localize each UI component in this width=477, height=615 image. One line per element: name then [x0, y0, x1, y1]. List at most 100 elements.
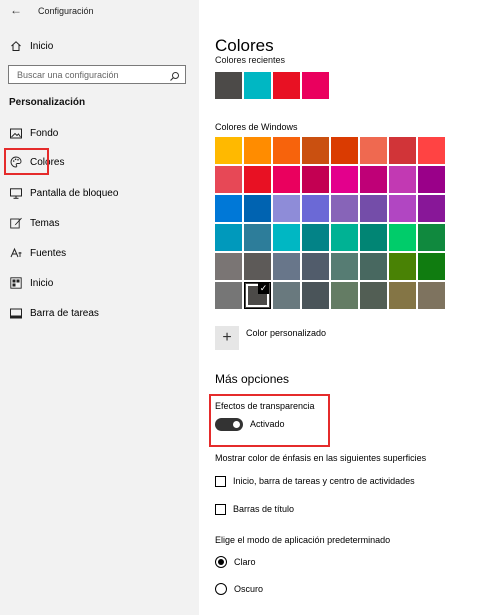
windows-color-swatch[interactable] — [418, 166, 445, 193]
title-bar: ← Configuración — [0, 0, 199, 24]
checkbox-label: Barras de título — [233, 504, 295, 514]
sidebar-item-label: Colores — [30, 156, 65, 168]
checkbox-label: Inicio, barra de tareas y centro de acti… — [233, 476, 415, 486]
sidebar-item-fuentes[interactable]: Fuentes — [10, 244, 66, 262]
windows-color-swatch[interactable] — [389, 282, 416, 309]
windows-color-swatch[interactable] — [302, 166, 329, 193]
windows-color-swatch[interactable] — [244, 253, 271, 280]
windows-color-swatch[interactable] — [360, 282, 387, 309]
windows-color-swatch[interactable] — [360, 253, 387, 280]
checkbox-row-title-bars[interactable]: Barras de título — [215, 502, 294, 516]
windows-color-swatch[interactable] — [389, 224, 416, 251]
windows-color-swatch[interactable] — [302, 224, 329, 251]
radio-button[interactable] — [215, 556, 227, 568]
font-icon — [10, 247, 22, 259]
checkbox-row-start-taskbar[interactable]: Inicio, barra de tareas y centro de acti… — [215, 474, 415, 488]
recent-color-swatch[interactable] — [215, 72, 242, 99]
windows-colors-grid: ✓ — [215, 137, 445, 309]
radio-row-light[interactable]: Claro — [215, 555, 256, 569]
windows-color-swatch[interactable] — [273, 224, 300, 251]
windows-color-swatch[interactable] — [389, 166, 416, 193]
windows-color-swatch[interactable] — [273, 137, 300, 164]
windows-color-swatch[interactable] — [331, 282, 358, 309]
windows-color-swatch[interactable] — [302, 282, 329, 309]
windows-color-swatch[interactable] — [302, 195, 329, 222]
windows-color-swatch[interactable] — [360, 195, 387, 222]
windows-color-swatch[interactable] — [360, 137, 387, 164]
transparency-label: Efectos de transparencia — [215, 401, 315, 411]
windows-color-swatch[interactable] — [331, 137, 358, 164]
sidebar-item-pantalla-bloqueo[interactable]: Pantalla de bloqueo — [10, 184, 118, 202]
sidebar-item-barra-tareas[interactable]: Barra de tareas — [10, 304, 99, 322]
windows-color-swatch[interactable] — [331, 195, 358, 222]
windows-color-swatch[interactable] — [418, 253, 445, 280]
checkbox[interactable] — [215, 475, 226, 487]
sidebar-item-inicio[interactable]: Inicio — [10, 274, 53, 292]
back-arrow-icon[interactable]: ← — [10, 3, 22, 17]
recent-colors-label: Colores recientes — [215, 56, 286, 65]
windows-color-swatch[interactable] — [244, 137, 271, 164]
windows-color-swatch[interactable] — [360, 224, 387, 251]
windows-color-swatch[interactable] — [215, 224, 242, 251]
checkmark-icon: ✓ — [258, 283, 269, 294]
windows-color-swatch[interactable] — [244, 166, 271, 193]
windows-color-swatch[interactable] — [215, 282, 242, 309]
nav-home[interactable]: Inicio — [10, 38, 53, 54]
recent-color-swatch[interactable] — [302, 72, 329, 99]
windows-colors-label: Colores de Windows — [215, 122, 298, 132]
toggle-knob — [233, 421, 240, 428]
radio-button[interactable] — [215, 583, 227, 595]
transparency-toggle[interactable] — [215, 418, 243, 431]
windows-color-swatch[interactable] — [215, 253, 242, 280]
sidebar-item-label: Fondo — [30, 127, 59, 139]
sidebar-item-label: Temas — [30, 217, 60, 229]
windows-color-swatch[interactable] — [273, 253, 300, 280]
windows-color-swatch[interactable] — [273, 282, 300, 309]
recent-color-swatch[interactable] — [244, 72, 271, 99]
checkbox[interactable] — [215, 503, 226, 515]
start-icon — [10, 277, 22, 289]
radio-row-dark[interactable]: Oscuro — [215, 582, 263, 596]
windows-color-swatch[interactable] — [302, 137, 329, 164]
windows-color-swatch[interactable] — [273, 166, 300, 193]
windows-color-swatch[interactable] — [331, 166, 358, 193]
recent-colors-row — [215, 72, 331, 99]
windows-color-swatch[interactable] — [389, 137, 416, 164]
sidebar-item-temas[interactable]: Temas — [10, 214, 59, 232]
app-mode-label: Elige el modo de aplicación predetermina… — [215, 535, 391, 545]
windows-color-swatch[interactable] — [418, 195, 445, 222]
radio-label: Claro — [234, 557, 256, 567]
sidebar: ← Configuración Inicio Personalización F… — [0, 0, 199, 615]
windows-color-swatch[interactable] — [360, 166, 387, 193]
windows-color-swatch[interactable] — [418, 224, 445, 251]
sidebar-item-label: Pantalla de bloqueo — [30, 187, 119, 199]
taskbar-icon — [10, 307, 22, 319]
windows-color-swatch[interactable] — [215, 137, 242, 164]
windows-color-swatch[interactable] — [389, 195, 416, 222]
windows-color-swatch[interactable] — [244, 224, 271, 251]
brush-icon — [10, 217, 22, 229]
windows-color-swatch[interactable] — [331, 253, 358, 280]
search-box[interactable] — [8, 65, 186, 84]
search-icon[interactable] — [169, 69, 180, 81]
windows-color-swatch[interactable]: ✓ — [244, 282, 271, 309]
windows-color-swatch[interactable] — [418, 137, 445, 164]
sidebar-item-fondo[interactable]: Fondo — [10, 124, 58, 142]
windows-color-swatch[interactable] — [389, 253, 416, 280]
windows-color-swatch[interactable] — [331, 224, 358, 251]
section-title: Personalización — [9, 97, 86, 108]
windows-color-swatch[interactable] — [215, 166, 242, 193]
windows-color-swatch[interactable] — [273, 195, 300, 222]
recent-color-swatch[interactable] — [273, 72, 300, 99]
windows-color-swatch[interactable] — [302, 253, 329, 280]
search-input[interactable] — [17, 68, 167, 81]
accent-surfaces-label: Mostrar color de énfasis en las siguient… — [215, 453, 427, 463]
plus-icon: + — [222, 329, 232, 346]
windows-color-swatch[interactable] — [418, 282, 445, 309]
more-options-title: Más opciones — [215, 372, 290, 386]
windows-color-swatch[interactable] — [215, 195, 242, 222]
windows-color-swatch[interactable] — [244, 195, 271, 222]
custom-color-button[interactable]: + — [215, 326, 239, 350]
sidebar-item-label: Inicio — [30, 277, 54, 289]
sidebar-item-colores[interactable]: Colores — [10, 153, 64, 171]
